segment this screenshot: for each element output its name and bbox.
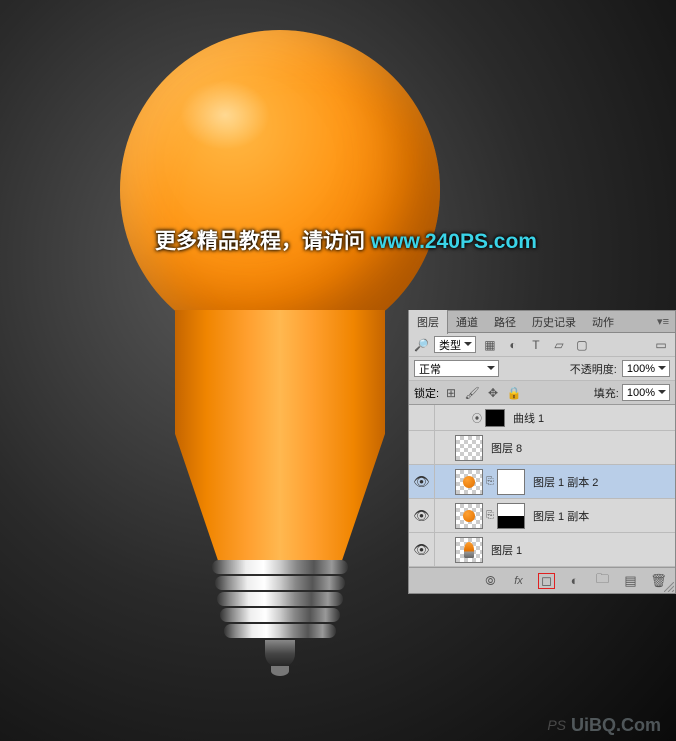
link-layers-icon[interactable]: ⦾ [482, 573, 499, 589]
tab-layers[interactable]: 图层 [409, 310, 448, 334]
panel-menu-icon[interactable]: ▾≡ [651, 315, 675, 328]
layer-mask-thumb[interactable] [497, 503, 525, 529]
lock-transparency-icon[interactable]: ⊞ [442, 385, 460, 401]
fx-icon[interactable]: fx [510, 573, 527, 589]
watermark-ps-logo: PS [547, 717, 566, 733]
filter-row: 🔎 类型 ▦ ◐ T ▱ ▢ ▭ [409, 333, 675, 357]
bulb-metal-base [212, 560, 348, 665]
layer-row-copy1[interactable]: 👁 ⎘ 图层 1 副本 [409, 499, 675, 533]
adjustment-layer-icon[interactable]: ◐ [566, 573, 583, 589]
eye-icon: 👁 [413, 474, 430, 490]
layer-row-curves[interactable]: ⦿ 曲线 1 [409, 405, 675, 431]
filter-toggle-icon[interactable]: ▭ [652, 337, 670, 353]
tab-history[interactable]: 历史记录 [524, 310, 584, 334]
eye-icon: 👁 [413, 542, 430, 558]
lock-all-icon[interactable]: 🔒 [505, 385, 523, 401]
new-layer-icon[interactable]: ▤ [622, 573, 639, 589]
visibility-toggle[interactable] [409, 405, 435, 430]
lock-label: 锁定: [414, 385, 439, 401]
tab-actions[interactable]: 动作 [584, 310, 622, 334]
add-mask-icon[interactable]: ◻ [538, 573, 555, 589]
visibility-toggle[interactable]: 👁 [409, 499, 435, 532]
link-icon: ⦿ [472, 410, 482, 425]
panel-footer: ⦾ fx ◻ ◐ 🗀 ▤ 🗑 [409, 567, 675, 593]
layer-row-1[interactable]: 👁 图层 1 [409, 533, 675, 567]
new-group-icon[interactable]: 🗀 [594, 573, 611, 589]
layer-name[interactable]: 曲线 1 [513, 410, 544, 426]
canvas-artwork [100, 30, 460, 730]
layer-thumb[interactable] [455, 435, 483, 461]
opacity-label: 不透明度: [570, 361, 617, 377]
link-icon[interactable]: ⎘ [486, 510, 494, 521]
lock-row: 锁定: ⊞ 🖌 ✥ 🔒 填充: 100% [409, 381, 675, 405]
link-icon[interactable]: ⎘ [486, 476, 494, 487]
tab-channels[interactable]: 通道 [448, 310, 486, 334]
layer-name[interactable]: 图层 1 [491, 542, 522, 558]
layer-name[interactable]: 图层 8 [491, 440, 522, 456]
bulb-neck [175, 310, 385, 570]
filter-adjust-icon[interactable]: ◐ [504, 337, 522, 353]
filter-type-icon[interactable]: T [527, 337, 545, 353]
lock-position-icon[interactable]: ✥ [484, 385, 502, 401]
filter-shape-icon[interactable]: ▱ [550, 337, 568, 353]
opacity-input[interactable]: 100% [622, 360, 670, 377]
filter-kind-icon[interactable]: 🔎 [414, 338, 429, 352]
fill-label: 填充: [594, 385, 619, 401]
layers-panel: 图层 通道 路径 历史记录 动作 ▾≡ 🔎 类型 ▦ ◐ T ▱ ▢ ▭ 正常 … [408, 310, 676, 594]
layers-list: ⦿ 曲线 1 图层 8 👁 ⎘ 图层 1 副本 2 👁 ⎘ 图层 1 [409, 405, 675, 567]
fill-input[interactable]: 100% [622, 384, 670, 401]
visibility-toggle[interactable]: 👁 [409, 465, 435, 498]
layer-row-copy2[interactable]: 👁 ⎘ 图层 1 副本 2 [409, 465, 675, 499]
resize-grip-icon[interactable] [664, 582, 674, 592]
bulb-orange-sphere [120, 30, 440, 350]
visibility-toggle[interactable] [409, 431, 435, 464]
filter-pixel-icon[interactable]: ▦ [481, 337, 499, 353]
watermark-text: 更多精品教程，请访问 www.240PS.com [155, 225, 537, 255]
eye-icon: 👁 [413, 508, 430, 524]
filter-type-select[interactable]: 类型 [434, 336, 476, 353]
layer-row-8[interactable]: 图层 8 [409, 431, 675, 465]
blend-row: 正常 不透明度: 100% [409, 357, 675, 381]
blend-mode-select[interactable]: 正常 [414, 360, 499, 377]
layer-mask-thumb[interactable] [497, 469, 525, 495]
layer-name[interactable]: 图层 1 副本 [533, 508, 589, 524]
layer-thumb[interactable] [455, 537, 483, 563]
watermark-site: UiBQ.Com [571, 715, 661, 736]
layer-name[interactable]: 图层 1 副本 2 [533, 474, 598, 490]
layer-mask-thumb[interactable] [485, 409, 505, 427]
watermark-url: www.240PS.com [371, 230, 537, 253]
visibility-toggle[interactable]: 👁 [409, 533, 435, 566]
layer-thumb[interactable] [455, 503, 483, 529]
tab-paths[interactable]: 路径 [486, 310, 524, 334]
filter-smart-icon[interactable]: ▢ [573, 337, 591, 353]
panel-tabs: 图层 通道 路径 历史记录 动作 ▾≡ [409, 311, 675, 333]
watermark-cn: 更多精品教程，请访问 [155, 230, 371, 253]
layer-thumb[interactable] [455, 469, 483, 495]
lock-pixels-icon[interactable]: 🖌 [463, 385, 481, 401]
